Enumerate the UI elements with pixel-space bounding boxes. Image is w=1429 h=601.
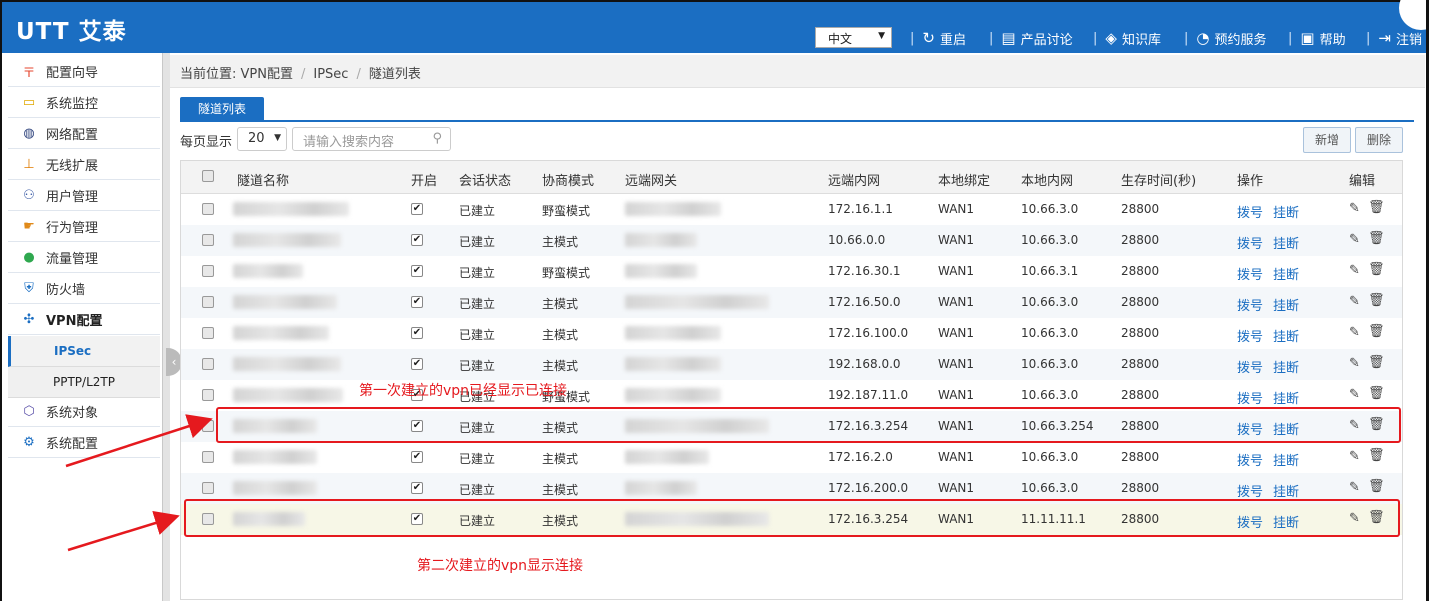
annotation-arrows (65, 414, 213, 552)
arrow-first (65, 414, 213, 468)
arrow-second (67, 510, 180, 552)
